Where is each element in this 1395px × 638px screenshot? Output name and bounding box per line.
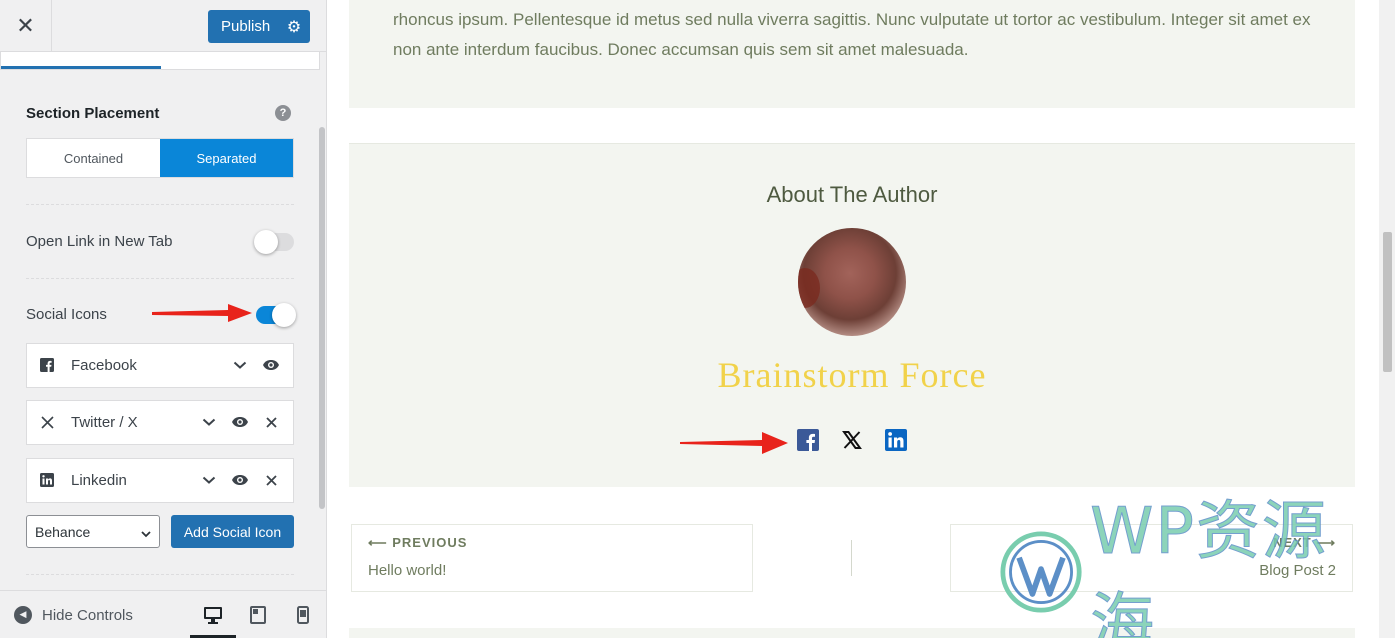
chevron-down-icon[interactable] <box>199 412 219 432</box>
mobile-icon[interactable] <box>291 603 315 627</box>
scrollbar-thumb[interactable] <box>1383 232 1392 372</box>
post-content: rhoncus ipsum. Pellentesque id metus sed… <box>349 0 1355 108</box>
next-section <box>349 628 1355 638</box>
close-button[interactable]: ✕ <box>0 0 52 52</box>
next-post-title: Blog Post 2 <box>1259 562 1336 579</box>
next-post-link[interactable]: NEXT ⟶ Blog Post 2 <box>950 524 1353 592</box>
toggle-knob <box>272 303 296 327</box>
option-separated[interactable]: Separated <box>160 139 293 177</box>
author-heading: About The Author <box>766 182 938 207</box>
open-link-new-tab-toggle[interactable] <box>254 230 294 254</box>
x-icon <box>39 413 55 431</box>
site-preview: rhoncus ipsum. Pellentesque id metus sed… <box>328 0 1395 638</box>
divider <box>26 278 294 279</box>
social-icons-toggle[interactable] <box>256 303 296 327</box>
previous-post-title: Hello world! <box>368 562 447 579</box>
chevron-down-icon[interactable] <box>199 470 219 490</box>
social-item-label: Facebook <box>71 357 137 374</box>
author-box: About The Author Brainstorm Force <box>349 143 1355 487</box>
section-tabs <box>0 52 320 70</box>
preview-scrollbar[interactable] <box>1379 0 1395 638</box>
toggle-knob <box>254 230 278 254</box>
remove-icon[interactable] <box>261 412 281 432</box>
publish-button[interactable]: Publish ⚙ <box>208 10 310 43</box>
social-icons-label: Social Icons <box>26 306 107 323</box>
arrow-left-icon: ◀ <box>14 606 32 624</box>
social-network-select[interactable]: Behance <box>26 515 160 548</box>
author-name[interactable]: Brainstorm Force <box>349 354 1355 396</box>
option-contained[interactable]: Contained <box>27 139 160 177</box>
social-item-linkedin[interactable]: Linkedin <box>26 458 294 503</box>
eye-icon[interactable] <box>230 470 250 490</box>
annotation-arrow-icon <box>152 304 252 322</box>
social-item-label: Linkedin <box>71 472 127 489</box>
sidebar-scrollbar[interactable] <box>319 127 325 509</box>
facebook-icon[interactable] <box>796 428 820 452</box>
publish-label: Publish <box>221 18 271 35</box>
x-icon[interactable] <box>840 428 864 452</box>
linkedin-icon[interactable] <box>884 428 908 452</box>
section-placement-title: Section Placement <box>26 105 160 122</box>
chevron-down-icon <box>141 525 151 541</box>
sidebar-footer: ◀ Hide Controls <box>0 590 326 638</box>
eye-icon[interactable] <box>261 355 281 375</box>
post-nav-divider <box>851 540 852 576</box>
next-kicker: NEXT ⟶ <box>1273 535 1336 550</box>
desktop-icon[interactable] <box>201 603 225 627</box>
divider <box>26 204 294 205</box>
sidebar-header: ✕ Publish ⚙ <box>0 0 326 52</box>
post-body-text: rhoncus ipsum. Pellentesque id metus sed… <box>393 10 1311 59</box>
arrow-right-icon: ⟶ <box>1311 535 1336 550</box>
social-item-facebook[interactable]: Facebook <box>26 343 294 388</box>
arrow-left-icon: ⟵ <box>368 535 393 550</box>
remove-icon[interactable] <box>261 470 281 490</box>
section-placement-toggle: Contained Separated <box>26 138 294 178</box>
social-item-twitter[interactable]: Twitter / X <box>26 400 294 445</box>
hide-controls-label: Hide Controls <box>42 606 133 624</box>
previous-kicker: ⟵ PREVIOUS <box>368 535 468 550</box>
annotation-arrow-icon <box>680 432 788 454</box>
hide-controls-button[interactable]: ◀ Hide Controls <box>14 606 133 624</box>
gear-icon[interactable]: ⚙ <box>278 10 310 43</box>
social-item-label: Twitter / X <box>71 414 138 431</box>
open-link-new-tab-label: Open Link in New Tab <box>26 233 173 250</box>
chevron-down-icon[interactable] <box>230 355 250 375</box>
divider <box>26 574 294 575</box>
previous-post-link[interactable]: ⟵ PREVIOUS Hello world! <box>351 524 753 592</box>
author-avatar <box>798 228 906 336</box>
close-icon: ✕ <box>16 13 35 39</box>
add-social-icon-button[interactable]: Add Social Icon <box>171 515 294 548</box>
facebook-icon <box>39 356 55 374</box>
help-icon[interactable]: ? <box>275 105 291 121</box>
tablet-icon[interactable] <box>246 603 270 627</box>
eye-icon[interactable] <box>230 412 250 432</box>
linkedin-icon <box>39 471 55 489</box>
tab-active-indicator[interactable] <box>1 66 161 69</box>
select-value: Behance <box>35 523 91 540</box>
